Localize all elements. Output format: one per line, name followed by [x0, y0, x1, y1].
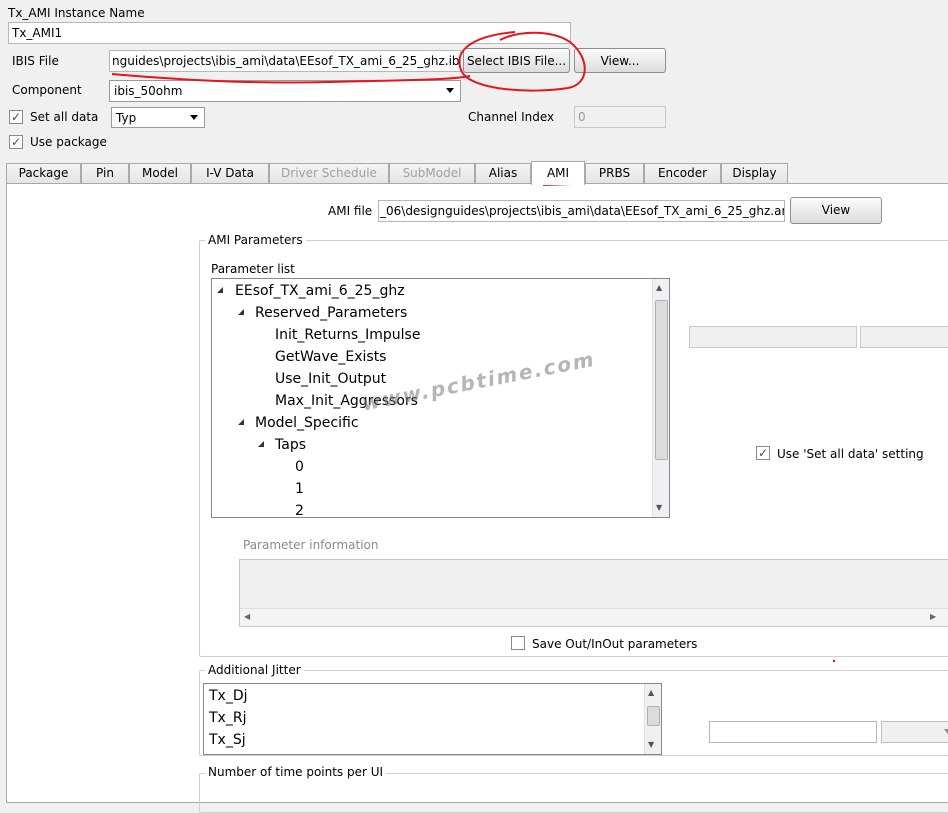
expanded-triangle-icon[interactable] — [258, 441, 264, 447]
tab-alias[interactable]: Alias — [475, 163, 531, 184]
time-points-title: Number of time points per UI — [205, 765, 387, 779]
tree-item-root[interactable]: EEsof_TX_ami_6_25_ghz — [235, 282, 405, 300]
time-points-group — [199, 773, 948, 813]
tree-item-tap-0[interactable]: 0 — [295, 458, 304, 476]
expanded-triangle-icon[interactable] — [217, 287, 223, 293]
view-ami-file-button[interactable]: View — [790, 197, 882, 224]
tree-item-init-returns-impulse[interactable]: Init_Returns_Impulse — [275, 326, 420, 344]
tree-item-getwave-exists[interactable]: GetWave_Exists — [275, 348, 386, 366]
parameter-list-label: Parameter list — [211, 262, 295, 276]
parameter-information-label: Parameter information — [243, 538, 379, 552]
component-select[interactable]: ibis_50ohm — [109, 80, 461, 102]
save-out-inout-label: Save Out/InOut parameters — [532, 637, 698, 651]
chevron-down-icon — [944, 729, 948, 734]
component-select-value: ibis_50ohm — [114, 84, 183, 98]
tab-ami[interactable]: AMI — [531, 161, 585, 185]
tab-encoder[interactable]: Encoder — [644, 163, 721, 184]
chevron-down-icon — [190, 115, 198, 120]
use-package-checkbox[interactable]: ✓ — [9, 135, 23, 149]
expanded-triangle-icon[interactable] — [238, 419, 244, 425]
component-label: Component — [12, 83, 82, 97]
parameter-value-field-2[interactable] — [860, 326, 948, 348]
instance-name-label: Tx_AMI Instance Name — [8, 6, 145, 20]
tab-package[interactable]: Package — [6, 163, 81, 184]
scroll-down-icon[interactable]: ▼ — [648, 740, 654, 749]
checkmark-icon: ✓ — [758, 446, 769, 460]
set-all-data-select-value: Typ — [116, 111, 137, 125]
jitter-list-scrollbar[interactable]: ▲ ▼ — [644, 684, 661, 754]
jitter-unit-select[interactable] — [881, 721, 948, 743]
instance-name-input[interactable]: Tx_AMI1 — [8, 22, 571, 44]
checkmark-icon: ✓ — [11, 110, 22, 124]
jitter-item-tx-sj[interactable]: Tx_Sj — [209, 731, 246, 749]
tab-submodel[interactable]: SubModel — [389, 163, 475, 184]
use-set-all-data-label: Use 'Set all data' setting — [777, 447, 924, 461]
ami-parameters-title: AMI Parameters — [205, 233, 306, 247]
channel-index-label: Channel Index — [468, 110, 555, 124]
tab-prbs[interactable]: PRBS — [585, 163, 644, 184]
ibis-file-input[interactable]: nguides\projects\ibis_ami\data\EEsof_TX_… — [109, 50, 461, 72]
tab-pin[interactable]: Pin — [81, 163, 129, 184]
scroll-up-icon[interactable]: ▲ — [656, 283, 662, 292]
tree-item-tap-1[interactable]: 1 — [295, 480, 304, 498]
tree-item-taps[interactable]: Taps — [275, 436, 306, 454]
use-package-label: Use package — [30, 135, 107, 149]
tree-item-reserved-parameters[interactable]: Reserved_Parameters — [255, 304, 407, 322]
set-all-data-checkbox[interactable]: ✓ — [9, 110, 23, 124]
jitter-item-tx-dj[interactable]: Tx_Dj — [209, 687, 248, 705]
expanded-triangle-icon[interactable] — [238, 309, 244, 315]
scroll-right-icon[interactable]: ▶ — [930, 612, 936, 621]
scrollbar-thumb[interactable] — [655, 300, 668, 460]
channel-index-input[interactable]: 0 — [574, 106, 666, 128]
scroll-left-icon[interactable]: ◀ — [244, 612, 250, 621]
set-all-data-label: Set all data — [30, 110, 99, 124]
parameter-information-box: ◀ ▶ — [239, 559, 948, 627]
use-set-all-data-checkbox[interactable]: ✓ — [756, 446, 770, 460]
jitter-item-tx-rj[interactable]: Tx_Rj — [209, 709, 246, 727]
jitter-value-field[interactable] — [709, 721, 877, 743]
scroll-down-icon[interactable]: ▼ — [656, 503, 662, 512]
tree-item-model-specific[interactable]: Model_Specific — [255, 414, 359, 432]
scrollbar-thumb[interactable] — [647, 706, 660, 726]
tree-item-use-init-output[interactable]: Use_Init_Output — [275, 370, 386, 388]
tree-item-tap-2[interactable]: 2 — [295, 502, 304, 517]
select-ibis-file-button[interactable]: Select IBIS File... — [463, 48, 570, 73]
ami-file-label: AMI file — [328, 204, 373, 218]
tab-model[interactable]: Model — [129, 163, 191, 184]
parameter-list-scrollbar[interactable]: ▲ ▼ — [652, 279, 669, 517]
ami-file-input[interactable]: _06\designguides\projects\ibis_ami\data\… — [378, 200, 785, 222]
jitter-list[interactable]: Tx_Dj Tx_Rj Tx_Sj ▲ ▼ — [203, 683, 662, 755]
parameter-info-hscrollbar[interactable]: ◀ ▶ — [240, 608, 948, 626]
additional-jitter-title: Additional Jitter — [205, 663, 304, 677]
ami-tab-panel: AMI file _06\designguides\projects\ibis_… — [6, 183, 948, 813]
scroll-up-icon[interactable]: ▲ — [648, 688, 654, 697]
view-ibis-file-button[interactable]: View... — [574, 48, 666, 73]
tab-iv-data[interactable]: I-V Data — [191, 163, 269, 184]
chevron-down-icon — [446, 88, 454, 93]
checkmark-icon: ✓ — [11, 135, 22, 149]
set-all-data-select[interactable]: Typ — [111, 107, 205, 128]
tab-display[interactable]: Display — [721, 163, 788, 184]
save-out-inout-checkbox[interactable] — [511, 636, 525, 650]
parameter-value-field[interactable] — [689, 326, 857, 348]
ibis-file-label: IBIS File — [12, 54, 59, 68]
tab-driver-schedule[interactable]: Driver Schedule — [269, 163, 389, 184]
